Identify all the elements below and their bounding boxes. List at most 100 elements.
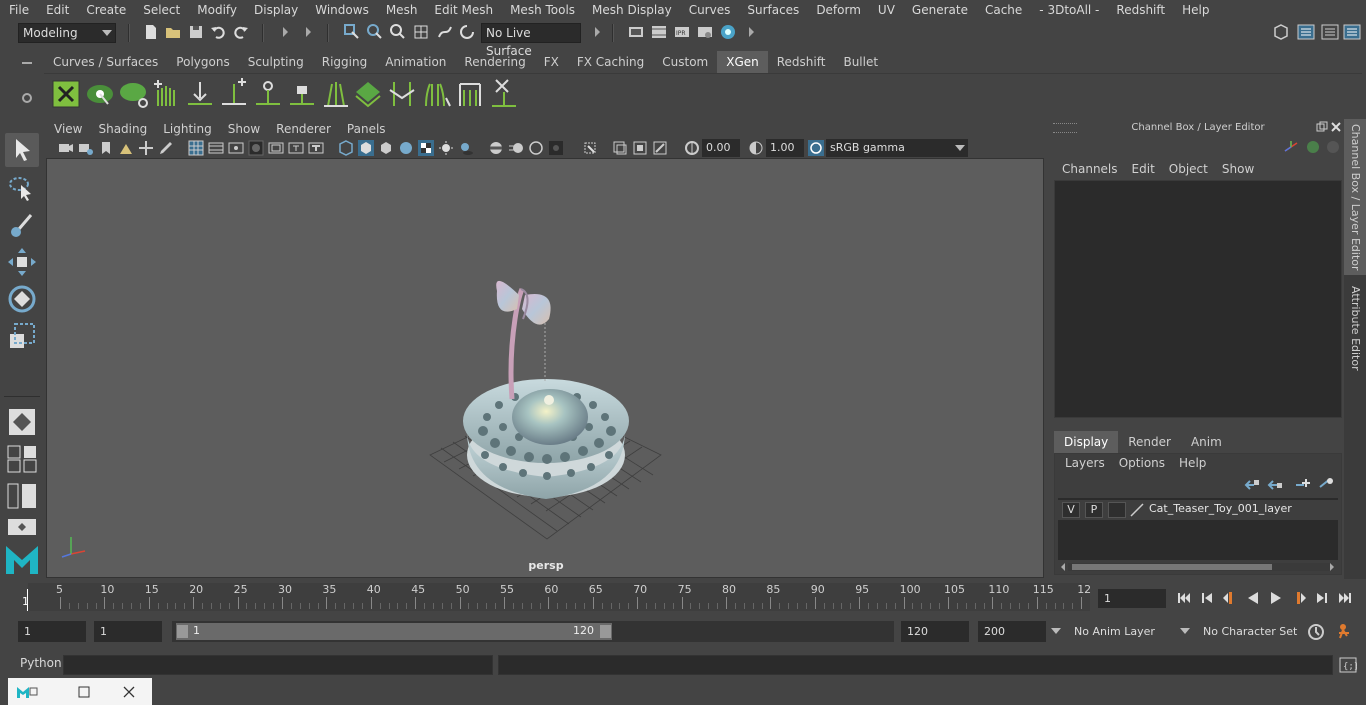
playback-start-field[interactable]: 1: [94, 621, 162, 642]
grid-toggle-icon[interactable]: [188, 140, 204, 156]
smooth-shade-icon[interactable]: [358, 140, 374, 156]
exposure-field[interactable]: 0.00: [702, 139, 740, 157]
close-icon[interactable]: [122, 685, 136, 699]
textured-icon[interactable]: [398, 140, 414, 156]
command-language-label[interactable]: Python: [20, 656, 62, 670]
select-hierarchy-icon[interactable]: [343, 23, 361, 41]
xgen-groom-brush-icon[interactable]: [454, 78, 486, 110]
camera-attributes-icon[interactable]: [78, 140, 94, 156]
workspace-cube-icon[interactable]: [1272, 23, 1290, 41]
animation-preferences-icon[interactable]: [1335, 622, 1355, 642]
shelf-tab-bullet[interactable]: Bullet: [834, 51, 887, 73]
xgen-select-guides-icon[interactable]: [252, 78, 284, 110]
menu-uv[interactable]: UV: [869, 0, 903, 20]
use-all-lights-icon[interactable]: [438, 140, 454, 156]
move-layer-down-icon[interactable]: [1267, 477, 1283, 491]
channel-object-menu[interactable]: Object: [1162, 162, 1215, 176]
collapse-arrow-icon[interactable]: [276, 23, 294, 41]
menu-display[interactable]: Display: [245, 0, 306, 20]
viewport-menu-panels[interactable]: Panels: [339, 122, 394, 136]
create-empty-layer-icon[interactable]: [1294, 477, 1310, 491]
xgen-add-guide-icon[interactable]: [218, 78, 250, 110]
shelf-tab-redshift[interactable]: Redshift: [768, 51, 835, 73]
play-backwards-icon[interactable]: [1244, 589, 1262, 607]
channel-box-toggle-icon[interactable]: [1343, 23, 1361, 41]
graph-layout-icon[interactable]: [6, 517, 38, 537]
shelf-settings-gear-icon[interactable]: [20, 91, 34, 105]
xgen-lock-guides-icon[interactable]: [286, 78, 318, 110]
save-scene-icon[interactable]: [187, 23, 205, 41]
wireframe-on-shaded-icon[interactable]: [378, 140, 394, 156]
play-forwards-icon[interactable]: [1267, 589, 1285, 607]
lasso-tool[interactable]: [5, 171, 39, 205]
go-to-start-icon[interactable]: [1175, 589, 1193, 607]
depth-of-field-icon[interactable]: [548, 140, 564, 156]
menu-cache[interactable]: Cache: [976, 0, 1030, 20]
rotate-tool[interactable]: [5, 282, 39, 316]
field-chart-icon[interactable]: [268, 140, 284, 156]
step-back-icon[interactable]: [1198, 589, 1216, 607]
safe-title-icon[interactable]: [308, 140, 324, 156]
xgen-editor-icon[interactable]: [50, 78, 82, 110]
viewport-menu-view[interactable]: View: [46, 122, 90, 136]
animation-end-field[interactable]: 200: [978, 621, 1046, 642]
scrollbar-thumb[interactable]: [1072, 564, 1272, 570]
gamma-field[interactable]: 1.00: [766, 139, 804, 157]
step-forward-key-icon[interactable]: [1290, 589, 1308, 607]
redo-icon[interactable]: [232, 23, 250, 41]
auto-key-icon[interactable]: [1306, 622, 1326, 642]
select-object-icon[interactable]: [366, 23, 384, 41]
xgen-interactive-groom-icon[interactable]: [420, 78, 452, 110]
step-back-key-icon[interactable]: [1221, 589, 1239, 607]
render-frame-icon[interactable]: [627, 23, 645, 41]
shelf-tab-curves-surfaces[interactable]: Curves / Surfaces: [44, 51, 167, 73]
perspective-viewport[interactable]: persp: [46, 158, 1044, 578]
image-plane-icon[interactable]: [118, 140, 134, 156]
shelf-tab-xgen[interactable]: XGen: [717, 51, 768, 73]
menu-mesh-display[interactable]: Mesh Display: [583, 0, 680, 20]
paint-select-tool[interactable]: [5, 209, 39, 243]
range-start-grip[interactable]: [177, 625, 188, 638]
select-tool[interactable]: [5, 133, 39, 167]
shelf-menu-icon[interactable]: [20, 56, 34, 70]
range-end-grip[interactable]: [600, 625, 611, 638]
shelf-tab-polygons[interactable]: Polygons: [167, 51, 238, 73]
layers-menu[interactable]: Layers: [1058, 456, 1112, 470]
xgen-preview-icon[interactable]: [84, 78, 116, 110]
isolate-select-icon[interactable]: [582, 140, 598, 156]
menu-surfaces[interactable]: Surfaces: [738, 0, 807, 20]
channel-edit-menu[interactable]: Edit: [1125, 162, 1162, 176]
script-editor-icon[interactable]: {;}: [1339, 656, 1357, 674]
move-layer-up-icon[interactable]: [1244, 477, 1260, 491]
speed-icon[interactable]: [1305, 139, 1321, 155]
grease-pencil-icon[interactable]: [158, 140, 174, 156]
menu-help[interactable]: Help: [1173, 0, 1217, 20]
mode-selector[interactable]: Modeling: [18, 23, 116, 43]
range-slider[interactable]: 1 120: [172, 621, 894, 642]
chevron-down-icon[interactable]: [1050, 626, 1062, 636]
bookmark-icon[interactable]: [98, 140, 114, 156]
live-surface-field[interactable]: No Live Surface: [481, 23, 581, 58]
scale-tool[interactable]: [5, 319, 39, 353]
menu-mesh[interactable]: Mesh: [377, 0, 426, 20]
animation-start-field[interactable]: 1: [18, 621, 86, 642]
layer-display-type[interactable]: [1108, 502, 1126, 518]
chevron-down-icon[interactable]: [1179, 626, 1191, 636]
shadows-icon[interactable]: [458, 140, 474, 156]
ipr-render-icon[interactable]: IPR: [673, 23, 691, 41]
layer-tab-anim[interactable]: Anim: [1181, 431, 1232, 453]
select-component-icon[interactable]: [389, 23, 407, 41]
shelf-tab-custom[interactable]: Custom: [653, 51, 717, 73]
color-space-selector[interactable]: sRGB gamma: [826, 139, 968, 157]
channel-box-area[interactable]: [1054, 180, 1342, 418]
move-tool[interactable]: [5, 245, 39, 279]
open-scene-icon[interactable]: [164, 23, 182, 41]
channels-menu[interactable]: Channels: [1055, 162, 1125, 176]
menu-redshift[interactable]: Redshift: [1107, 0, 1173, 20]
snap-point-icon[interactable]: [458, 23, 476, 41]
xgen-groom-icon[interactable]: [352, 78, 384, 110]
attribute-editor-toggle-icon[interactable]: [1297, 23, 1315, 41]
xgen-clear-preview-icon[interactable]: [118, 78, 150, 110]
menu-mesh-tools[interactable]: Mesh Tools: [501, 0, 583, 20]
gamma-icon[interactable]: [748, 140, 764, 156]
